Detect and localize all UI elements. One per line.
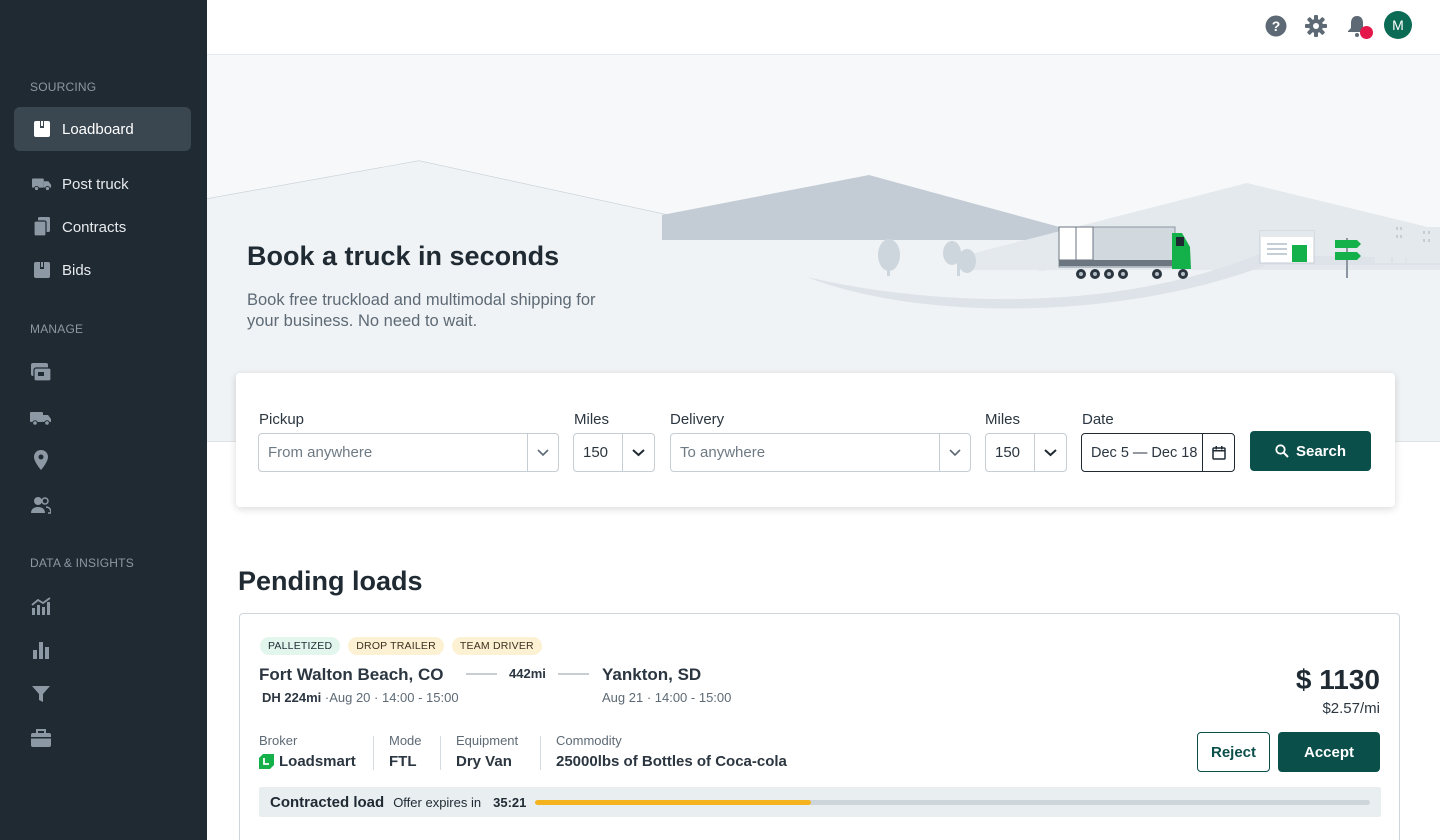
origin-city: Fort Walton Beach, CO [259, 665, 444, 684]
pickup-placeholder: From anywhere [268, 444, 373, 461]
chevron-down-icon[interactable] [939, 434, 970, 471]
delivery-placeholder: To anywhere [680, 444, 766, 461]
sidebar-item-label: Loadboard [62, 120, 134, 138]
accept-button[interactable]: Accept [1278, 732, 1380, 772]
equipment-label: Equipment [456, 733, 519, 748]
offer-progress-bar [535, 799, 1370, 805]
hero-subtitle: Book free truckload and multimodal shipp… [247, 291, 596, 330]
broker-name: Loadsmart [279, 753, 356, 770]
pending-loads-title: Pending loads [238, 566, 423, 596]
commodity-field: Commodity 25000lbs of Bottles of Coca-co… [556, 733, 787, 770]
divider [540, 736, 541, 770]
shipments-icon[interactable] [30, 361, 52, 383]
pickup-select[interactable]: From anywhere [258, 433, 559, 472]
delivery-label: Delivery [670, 411, 725, 428]
chevron-down-icon[interactable] [622, 434, 654, 471]
reject-button[interactable]: Reject [1197, 732, 1270, 772]
location-pin-icon[interactable] [30, 449, 52, 471]
sidebar-item-label: Post truck [62, 175, 129, 193]
section-sourcing: SOURCING [30, 80, 97, 94]
loadboard-icon [32, 119, 52, 139]
notification-badge [1360, 26, 1373, 39]
loadsmart-logo-icon [259, 754, 274, 769]
route-line-right [558, 673, 589, 675]
svg-text:?: ? [1272, 18, 1281, 34]
tag-palletized: PALLETIZED [260, 637, 341, 655]
avatar[interactable]: M [1384, 11, 1412, 39]
topbar: ? M [207, 0, 1440, 55]
settings-gear-icon[interactable] [1303, 13, 1329, 39]
users-icon[interactable] [30, 494, 52, 516]
search-card: Pickup From anywhere Miles 150 Delivery … [236, 373, 1395, 507]
origin-details: DH 224mi ·Aug 20 · 14:00 - 15:00 [262, 690, 459, 705]
offer-timer: 35:21 [493, 794, 527, 810]
calendar-icon[interactable] [1202, 434, 1234, 471]
delivery-miles-select[interactable]: 150 [985, 433, 1067, 472]
date-label: Date [1082, 411, 1114, 428]
truck-icon [32, 174, 52, 194]
contracted-load-bar: Contracted load Offer expires in 35:21 [259, 787, 1381, 817]
mode-field: Mode FTL [389, 733, 422, 770]
rate-per-mile: $2.57/mi [1322, 700, 1380, 717]
date-range-value: Dec 5 — Dec 18 [1091, 444, 1198, 461]
sidebar-item-loadboard[interactable]: Loadboard [14, 107, 191, 151]
sidebar: SOURCING Loadboard Post truck Contracts … [0, 0, 207, 840]
pickup-miles-value: 150 [583, 444, 609, 461]
sidebar-item-contracts[interactable]: Contracts [14, 205, 191, 249]
section-manage: MANAGE [30, 322, 84, 336]
sidebar-item-label: Contracts [62, 218, 127, 236]
commodity-value: 25000lbs of Bottles of Coca-cola [556, 753, 787, 770]
route-distance: 442mi [509, 666, 546, 681]
destination-city: Yankton, SD [602, 665, 702, 684]
chevron-down-icon[interactable] [1034, 434, 1066, 471]
sidebar-item-bids[interactable]: Bids [14, 248, 191, 292]
search-button-label: Search [1295, 442, 1347, 460]
destination-time: Aug 21 · 14:00 - 15:00 [602, 690, 732, 705]
pickup-miles-label: Miles [574, 411, 610, 428]
search-button[interactable]: Search [1250, 431, 1371, 471]
section-data-insights: DATA & INSIGHTS [30, 556, 134, 570]
contracted-load-label: Contracted load [270, 793, 385, 811]
mode-value: FTL [389, 753, 417, 770]
route-line-left [466, 673, 497, 675]
search-icon [1275, 444, 1289, 458]
offer-progress-fill [535, 799, 811, 805]
broker-label: Broker [259, 733, 298, 748]
hero-title: Book a truck in seconds [247, 241, 560, 271]
bar-chart-icon[interactable] [30, 639, 52, 661]
bell-icon[interactable] [1344, 13, 1373, 39]
delivery-select[interactable]: To anywhere [670, 433, 971, 472]
equipment-field: Equipment Dry Van [456, 733, 518, 770]
deadhead: DH 224mi [262, 690, 322, 705]
contracts-icon [32, 217, 52, 237]
commodity-label: Commodity [556, 733, 622, 748]
mode-label: Mode [389, 733, 422, 748]
broker-field: Broker Loadsmart [259, 733, 356, 770]
filter-icon[interactable] [30, 683, 52, 705]
sidebar-item-label: Bids [62, 261, 92, 279]
load-card[interactable]: PALLETIZED DROP TRAILER TEAM DRIVER Fort… [239, 613, 1400, 840]
tag-team-driver: TEAM DRIVER [451, 637, 542, 655]
chevron-down-icon[interactable] [527, 434, 558, 471]
delivery-miles-label: Miles [985, 411, 1021, 428]
pickup-label: Pickup [259, 411, 305, 428]
tag-drop-trailer: DROP TRAILER [348, 637, 444, 655]
briefcase-icon[interactable] [30, 727, 52, 749]
load-tags: PALLETIZED DROP TRAILER TEAM DRIVER [260, 637, 542, 655]
trend-chart-icon[interactable] [30, 595, 52, 617]
divider [440, 736, 441, 770]
load-price: $ 1130 [1295, 664, 1380, 695]
divider [373, 736, 374, 770]
bids-icon [32, 260, 52, 280]
offer-expires-label: Offer expires in [393, 794, 482, 810]
equipment-value: Dry Van [456, 753, 512, 770]
origin-time: ·Aug 20 · 14:00 - 15:00 [324, 690, 459, 705]
delivery-miles-value: 150 [995, 444, 1021, 461]
sidebar-item-post-truck[interactable]: Post truck [14, 162, 191, 206]
fleet-icon[interactable] [30, 407, 52, 429]
help-icon[interactable]: ? [1263, 13, 1289, 39]
date-range-input[interactable]: Dec 5 — Dec 18 [1081, 433, 1235, 472]
pickup-miles-select[interactable]: 150 [573, 433, 655, 472]
